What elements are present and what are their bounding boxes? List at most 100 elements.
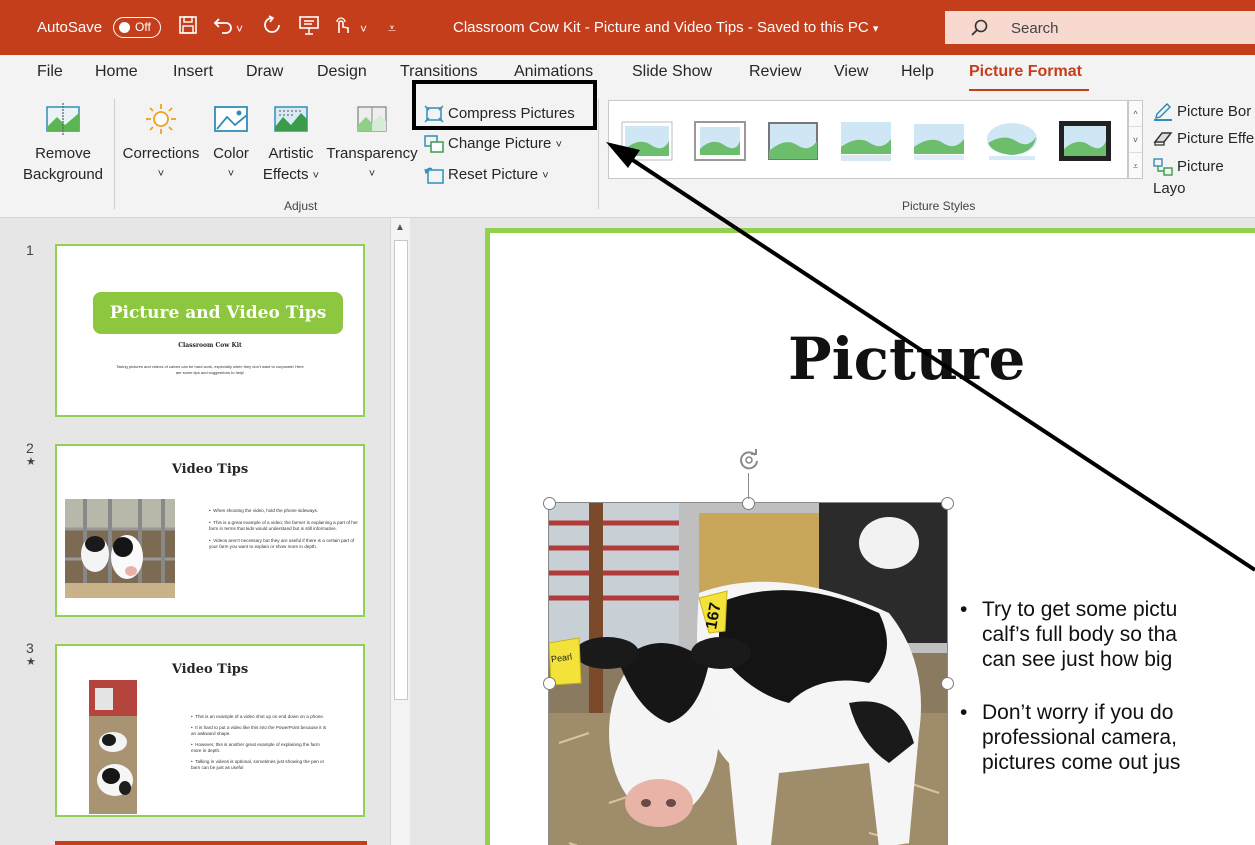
corrections-button[interactable]: Corrections ˅ xyxy=(118,103,204,185)
picture-style-thumbnail[interactable] xyxy=(1057,119,1113,163)
selection-outline xyxy=(548,502,948,845)
document-title[interactable]: Classroom Cow Kit - Picture and Video Ti… xyxy=(453,19,878,36)
thumb-bullet-text: Videos aren't necessary but they are use… xyxy=(209,538,355,549)
bullet-line: pictures come out jus xyxy=(982,751,1181,774)
tab-transitions[interactable]: Transitions xyxy=(400,63,478,81)
tab-animations[interactable]: Animations xyxy=(514,63,593,81)
search-icon xyxy=(971,19,988,36)
save-icon[interactable] xyxy=(178,15,198,40)
present-icon[interactable] xyxy=(298,15,320,40)
slide-thumbnail-pane: 1 Picture and Video Tips Classroom Cow K… xyxy=(0,218,415,845)
thumb-bullet-text: This is a great example of a video; the … xyxy=(209,520,358,531)
scroll-up-icon[interactable]: ▲ xyxy=(395,222,405,233)
change-picture-icon xyxy=(424,135,444,153)
customize-qat-icon[interactable]: ⩡ xyxy=(388,17,396,39)
thumb-body: Taking pictures and videos of calves can… xyxy=(116,364,304,375)
gallery-scroll[interactable]: ^ ˅ ⩡ xyxy=(1128,100,1143,179)
color-dropdown-icon: ˅ xyxy=(227,168,235,180)
tab-home[interactable]: Home xyxy=(95,63,138,81)
picture-border-button[interactable]: Picture Bor xyxy=(1153,101,1251,125)
picture-style-thumbnail[interactable] xyxy=(838,119,894,163)
thumb-bullet: • When shooting the video, hold the phon… xyxy=(209,508,319,513)
reset-picture-icon xyxy=(424,167,444,184)
picture-style-thumbnail[interactable] xyxy=(911,119,967,163)
tab-file[interactable]: File xyxy=(37,63,63,81)
gallery-more-icon[interactable]: ⩡ xyxy=(1129,153,1142,179)
resize-handle[interactable] xyxy=(941,497,954,510)
transparency-dropdown-icon: ˅ xyxy=(368,168,376,180)
remove-background-label-1: Remove xyxy=(35,145,91,162)
rotate-handle-icon[interactable] xyxy=(737,448,761,472)
thumbnail-scrollbar[interactable]: ▲ xyxy=(390,218,410,845)
slide-bullet-1: Try to get some pictu calf’s full body s… xyxy=(956,597,1255,672)
thumb-title: Video Tips xyxy=(171,462,249,477)
resize-handle[interactable] xyxy=(543,497,556,510)
bullet-line: calf’s full body so tha xyxy=(982,623,1177,646)
gallery-up-icon[interactable]: ^ xyxy=(1129,101,1142,127)
thumb-bullet: • Videos aren't necessary but they are u… xyxy=(209,538,355,549)
slide-title[interactable]: Picture xyxy=(788,325,1025,393)
tab-design[interactable]: Design xyxy=(317,63,367,81)
picture-style-thumbnail[interactable] xyxy=(692,119,748,163)
main-slide-canvas[interactable]: Picture 167 Pearl • Try to get some pict… xyxy=(485,228,1255,845)
scrollbar-thumb[interactable] xyxy=(394,240,408,700)
annotation-highlight-box xyxy=(412,80,597,130)
remove-background-button[interactable]: Remove Background xyxy=(18,103,108,185)
change-picture-button[interactable]: Change Picture ˅ xyxy=(424,133,562,157)
touch-mode-icon[interactable] xyxy=(332,15,352,40)
tab-view[interactable]: View xyxy=(834,63,868,81)
search-box[interactable]: Search xyxy=(945,11,1255,44)
title-bar: AutoSave Off ˅ ˅ ⩡ Classroom Cow Kit - P… xyxy=(0,0,1255,55)
animation-star-icon: ★ xyxy=(26,456,36,468)
thumb-bullet: • It is hard to put a video like this in… xyxy=(191,725,327,736)
picture-style-thumbnail[interactable] xyxy=(765,119,821,163)
thumb-bullet: • However, this is another great example… xyxy=(191,742,320,753)
ribbon-separator xyxy=(114,99,115,209)
picture-style-thumbnail[interactable] xyxy=(619,119,675,163)
artistic-effects-icon xyxy=(274,106,308,132)
corrections-label: Corrections xyxy=(122,145,200,162)
artistic-effects-label-row: Effects ˅ xyxy=(258,164,324,187)
slide-thumbnail-1[interactable]: Picture and Video Tips Classroom Cow Kit… xyxy=(55,244,365,417)
bullet-line: Try to get some pictu xyxy=(982,598,1178,621)
slide-thumbnail-2[interactable]: Video Tips • When shooting the video, ho… xyxy=(55,444,365,617)
tab-help[interactable]: Help xyxy=(901,63,934,81)
thumb-title: Picture and Video Tips xyxy=(109,303,327,323)
thumb-bullet-list: • When shooting the video, hold the phon… xyxy=(209,508,359,550)
color-label: Color xyxy=(213,145,249,162)
tab-draw[interactable]: Draw xyxy=(246,63,283,81)
undo-dropdown-icon[interactable]: ˅ xyxy=(236,18,243,40)
slide-thumbnail-4-edge[interactable] xyxy=(55,841,367,845)
picture-effects-button[interactable]: Picture Effe xyxy=(1153,128,1254,152)
reset-picture-label: Reset Picture xyxy=(448,166,539,183)
change-picture-label: Change Picture xyxy=(448,135,552,152)
autosave-toggle-state: Off xyxy=(135,20,151,34)
tab-insert[interactable]: Insert xyxy=(173,63,213,81)
undo-icon[interactable] xyxy=(213,15,235,40)
thumb-bullet: • This is an example of a video shot up … xyxy=(191,714,325,719)
touch-dropdown-icon[interactable]: ˅ xyxy=(360,18,367,40)
color-button[interactable]: Color ˅ xyxy=(206,103,256,185)
tab-review[interactable]: Review xyxy=(749,63,801,81)
slide-thumbnail-3[interactable]: Video Tips • This is an example of a vid… xyxy=(55,644,365,817)
tab-slide-show[interactable]: Slide Show xyxy=(632,63,712,81)
transparency-button[interactable]: Transparency ˅ xyxy=(326,103,418,185)
picture-style-thumbnail[interactable] xyxy=(984,119,1040,163)
slide-bullet-list[interactable]: Try to get some pictu calf’s full body s… xyxy=(956,597,1255,803)
tab-picture-format[interactable]: Picture Format xyxy=(969,63,1082,81)
picture-effects-label: Picture Effe xyxy=(1177,130,1255,147)
artistic-effects-dropdown-icon: ˅ xyxy=(312,170,320,182)
gallery-down-icon[interactable]: ˅ xyxy=(1129,127,1142,153)
autosave-toggle[interactable]: Off xyxy=(113,17,161,38)
adjust-group-label: Adjust xyxy=(284,199,318,213)
color-icon xyxy=(214,106,248,132)
reset-picture-button[interactable]: Reset Picture ˅ xyxy=(424,164,549,188)
pencil-icon xyxy=(1154,102,1172,122)
picture-layout-button[interactable]: Picture Layo xyxy=(1153,156,1255,197)
slide-number-2: 2 xyxy=(26,440,34,456)
redo-icon[interactable] xyxy=(262,15,282,40)
resize-handle[interactable] xyxy=(543,677,556,690)
resize-handle[interactable] xyxy=(941,677,954,690)
slide-bullet-2: Don’t worry if you do professional camer… xyxy=(956,700,1255,775)
artistic-effects-button[interactable]: Artistic Effects ˅ xyxy=(258,103,324,187)
